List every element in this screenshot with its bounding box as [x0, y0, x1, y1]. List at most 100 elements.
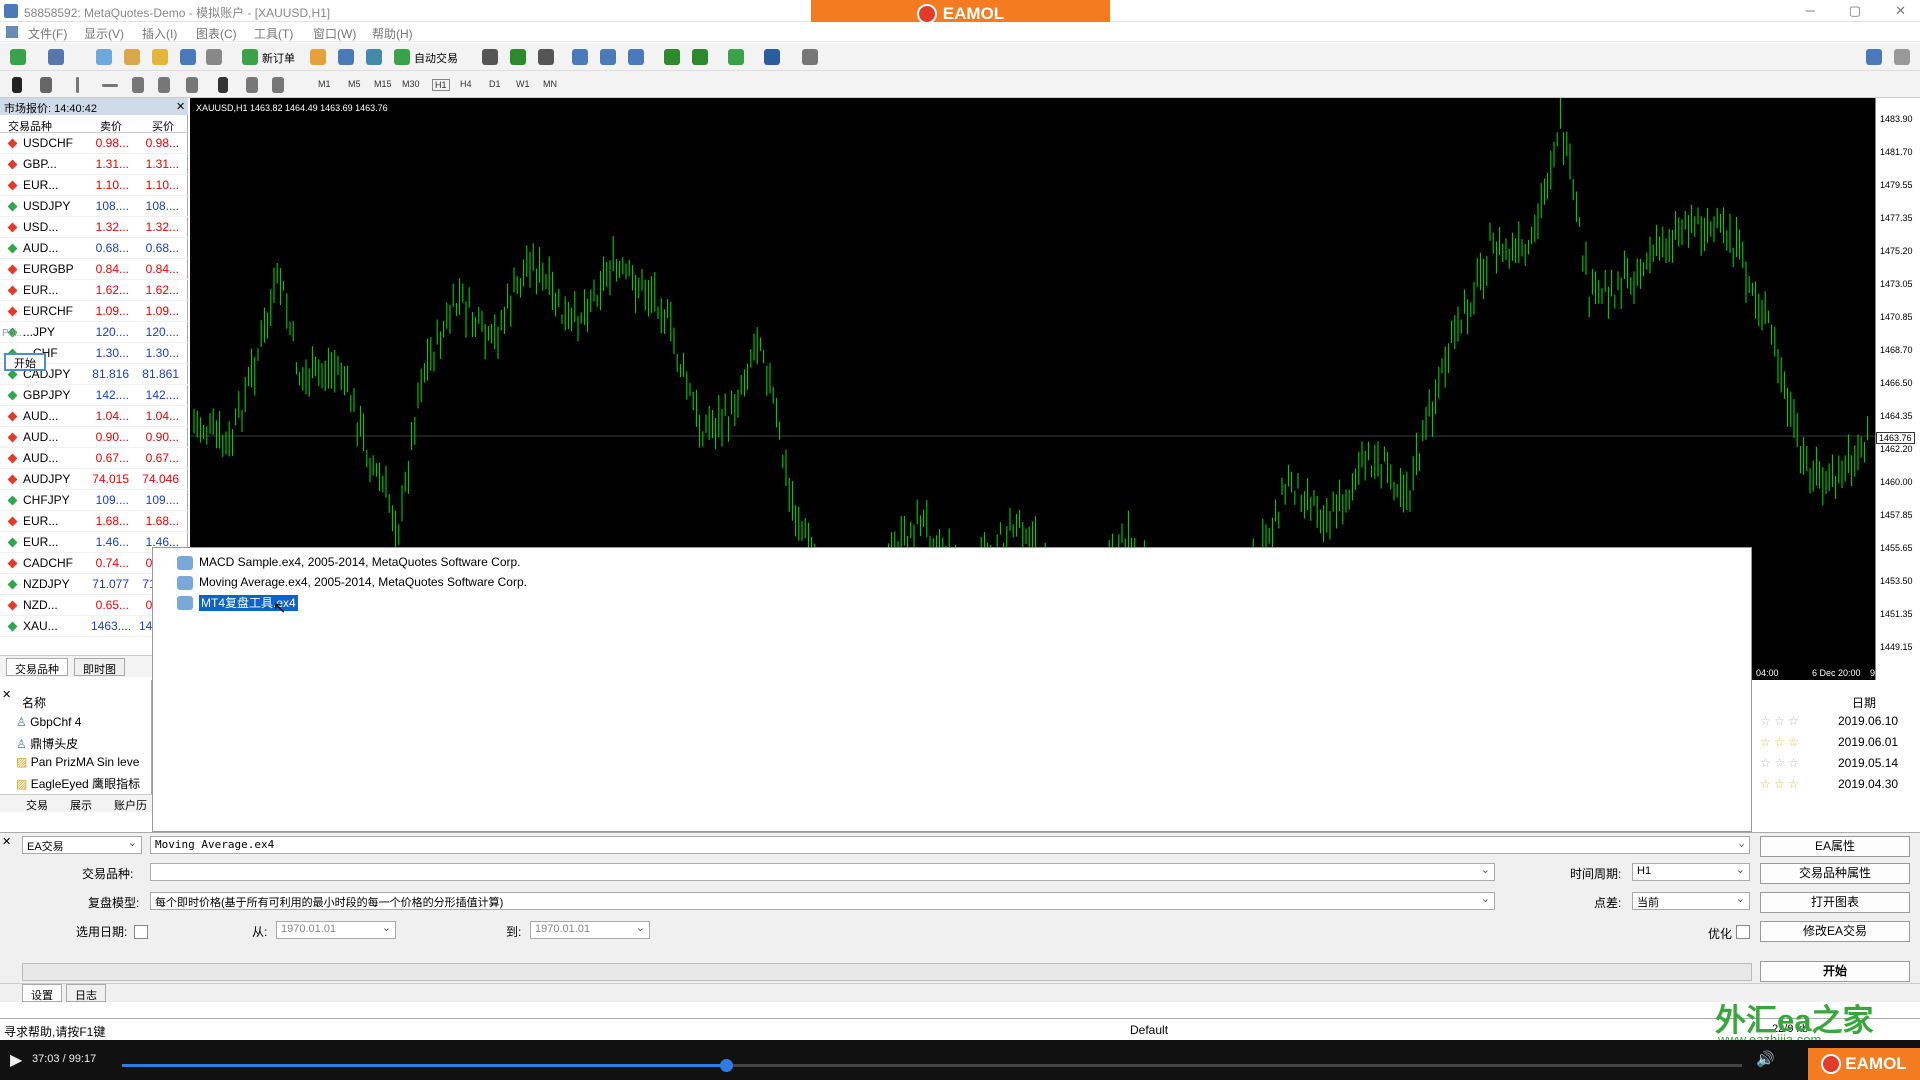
line-chart-icon[interactable] [538, 49, 554, 65]
arrows-icon[interactable] [272, 77, 284, 93]
tester-mode-select[interactable]: EA交易 [22, 836, 142, 854]
tab-exposure[interactable]: 展示 [70, 797, 92, 813]
market-watch-row[interactable]: AUDJPY 74.015 74.046 [0, 469, 188, 490]
symbol-select[interactable] [150, 863, 1495, 881]
tf-m1[interactable]: M1 [318, 79, 331, 89]
market-watch-row[interactable]: USDCHF 0.98... 0.98... [0, 133, 188, 154]
market-icon[interactable] [366, 49, 382, 65]
close-icon[interactable]: ✕ [2, 835, 11, 848]
market-watch-row[interactable]: CHFJPY 109.... 109.... [0, 490, 188, 511]
tf-h1[interactable]: H1 [432, 79, 450, 91]
auto-trade-button[interactable]: 自动交易 [414, 50, 458, 66]
market-watch-row[interactable]: AUD... 0.67... 0.67... [0, 448, 188, 469]
menu-file[interactable]: 文件(F) [28, 25, 67, 42]
menu-tools[interactable]: 工具(T) [254, 25, 293, 42]
market-watch-row[interactable]: USDJPY 108.... 108.... [0, 196, 188, 217]
tab-journal[interactable]: 日志 [66, 984, 106, 1002]
menu-view[interactable]: 显示(V) [84, 25, 124, 42]
tab-settings[interactable]: 设置 [22, 984, 62, 1002]
ea-select[interactable]: Moving Average.ex4 [150, 836, 1750, 854]
data-window-icon[interactable] [124, 49, 140, 65]
navigator-item[interactable]: ▨ Pan PrizMA Sin leve [16, 755, 139, 769]
from-date-field[interactable]: 1970.01.01 [276, 921, 396, 939]
period-select[interactable]: H1 [1632, 863, 1750, 881]
zoom-out-icon[interactable] [600, 49, 616, 65]
symbol-properties-button[interactable]: 交易品种属性 [1760, 863, 1910, 884]
market-watch-row[interactable]: EURCHF 1.09... 1.09... [0, 301, 188, 322]
navigator-item[interactable]: ♙ 鼎博头皮 [16, 735, 78, 752]
market-row[interactable]: ☆ ☆ ☆ 2019.05.14 [1752, 756, 1920, 776]
close-icon[interactable]: ✕ [2, 688, 11, 701]
maximize-icon[interactable]: ▢ [1849, 3, 1861, 19]
menu-chart[interactable]: 图表(C) [196, 25, 237, 42]
label-icon[interactable] [246, 77, 258, 93]
tester-icon[interactable] [206, 49, 222, 65]
candle-chart-icon[interactable] [510, 49, 526, 65]
optimize-checkbox[interactable] [1736, 925, 1750, 939]
profiles-icon[interactable] [48, 49, 64, 65]
minimize-icon[interactable]: ─ [1806, 3, 1815, 19]
menu-window[interactable]: 窗口(W) [313, 25, 356, 42]
to-date-field[interactable]: 1970.01.01 [530, 921, 650, 939]
model-select[interactable]: 每个即时价格(基于所有可利用的最小时段的每一个价格的分形插值计算) [150, 892, 1495, 910]
zoom-in-icon[interactable] [572, 49, 588, 65]
market-watch-row[interactable]: GBP... 1.31... 1.31... [0, 154, 188, 175]
modify-ea-button[interactable]: 修改EA交易 [1760, 921, 1910, 942]
terminal-icon[interactable] [180, 49, 196, 65]
tf-mn[interactable]: MN [543, 79, 557, 89]
cursor-icon[interactable] [12, 77, 22, 93]
market-watch-row[interactable]: EURGBP 0.84... 0.84... [0, 259, 188, 280]
chat-icon[interactable] [1894, 49, 1910, 65]
col-ask[interactable]: 买价 [152, 118, 174, 134]
market-row[interactable]: ☆ ☆ ☆ 2019.06.01 [1752, 735, 1920, 755]
market-row[interactable]: ☆ ☆ ☆ 2019.04.30 [1752, 777, 1920, 797]
tab-trade[interactable]: 交易 [26, 797, 48, 813]
col-date[interactable]: 日期 [1852, 694, 1876, 711]
tf-h4[interactable]: H4 [460, 79, 472, 89]
market-watch-row[interactable]: USD... 1.32... 1.32... [0, 217, 188, 238]
crosshair-icon[interactable] [40, 77, 52, 93]
trendline-icon[interactable] [132, 77, 144, 93]
market-watch-row[interactable]: EUR... 1.62... 1.62... [0, 280, 188, 301]
vertical-line-icon[interactable] [76, 77, 79, 93]
menu-help[interactable]: 帮助(H) [372, 25, 413, 42]
auto-trade-icon[interactable] [394, 49, 410, 65]
templates-icon[interactable] [802, 49, 818, 65]
signals-icon[interactable] [338, 49, 354, 65]
tf-m15[interactable]: M15 [374, 79, 392, 89]
market-watch-row[interactable]: EUR... 1.10... 1.10... [0, 175, 188, 196]
navigator-item[interactable]: ♙ GbpChf 4 [16, 715, 81, 729]
bar-chart-icon[interactable] [482, 49, 498, 65]
ea-properties-button[interactable]: EA属性 [1760, 836, 1910, 857]
periods-icon[interactable] [764, 49, 780, 65]
channel-icon[interactable] [158, 77, 170, 93]
menu-insert[interactable]: 插入(I) [142, 25, 177, 42]
use-date-checkbox[interactable] [134, 925, 148, 939]
horizontal-line-icon[interactable] [102, 84, 118, 87]
spread-select[interactable]: 当前 [1632, 892, 1750, 910]
col-bid[interactable]: 卖价 [100, 118, 122, 134]
navigator-icon[interactable] [152, 49, 168, 65]
play-icon[interactable]: ▶ [10, 1050, 22, 1070]
tf-m5[interactable]: M5 [348, 79, 361, 89]
market-watch-row[interactable]: GBPJPY 142.... 142.... [0, 385, 188, 406]
tile-windows-icon[interactable] [628, 49, 644, 65]
start-button[interactable]: 开始 [1760, 961, 1910, 982]
close-icon[interactable]: ✕ [1895, 3, 1906, 19]
new-order-icon[interactable] [242, 49, 258, 65]
text-icon[interactable] [218, 77, 228, 93]
close-icon[interactable]: ✕ [176, 100, 185, 113]
market-watch-icon[interactable] [96, 49, 112, 65]
chart-shift-icon[interactable] [664, 49, 680, 65]
tab-tick-chart[interactable]: 即时图 [74, 658, 125, 676]
indicators-icon[interactable] [728, 49, 744, 65]
tf-d1[interactable]: D1 [489, 79, 501, 89]
market-watch-row[interactable]: EUR... 1.68... 1.68... [0, 511, 188, 532]
new-order-button[interactable]: 新订单 [262, 50, 295, 66]
open-chart-button[interactable]: 打开图表 [1760, 892, 1910, 913]
search-icon[interactable] [1866, 49, 1882, 65]
new-chart-icon[interactable] [10, 49, 26, 65]
volume-icon[interactable]: 🔊 [1756, 1050, 1775, 1068]
market-watch-row[interactable]: AUD... 0.90... 0.90... [0, 427, 188, 448]
market-row[interactable]: ☆ ☆ ☆ 2019.06.10 [1752, 714, 1920, 734]
